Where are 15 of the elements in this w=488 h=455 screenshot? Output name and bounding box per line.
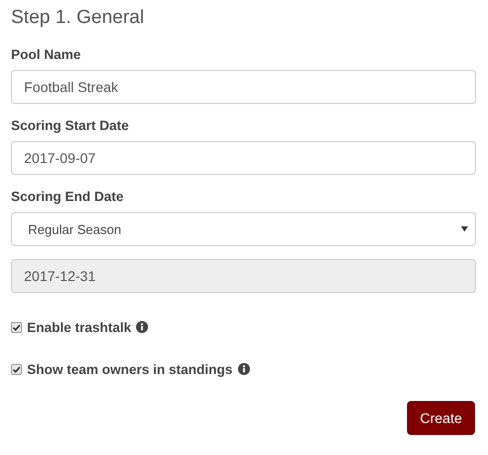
- input-field[interactable]: Football Streak: [11, 70, 476, 104]
- info-icon[interactable]: [136, 321, 148, 333]
- dropdown-field[interactable]: Regular Season: [11, 212, 476, 246]
- info-icon[interactable]: [238, 363, 250, 375]
- caret-icon: [461, 226, 468, 232]
- checkbox[interactable]: [11, 364, 22, 374]
- field-label: Scoring End Date: [11, 189, 125, 205]
- field-label: Scoring Start Date: [11, 118, 130, 134]
- create-button[interactable]: Create: [406, 401, 475, 435]
- checkbox-label: Show team owners in standings: [27, 362, 233, 376]
- input-field[interactable]: 2017-09-07: [11, 141, 476, 175]
- form-heading: Step 1. General: [11, 6, 146, 30]
- field-label: Pool Name: [11, 47, 82, 63]
- checkbox-label: Enable trashtalk: [27, 320, 132, 334]
- checkbox[interactable]: [11, 322, 22, 332]
